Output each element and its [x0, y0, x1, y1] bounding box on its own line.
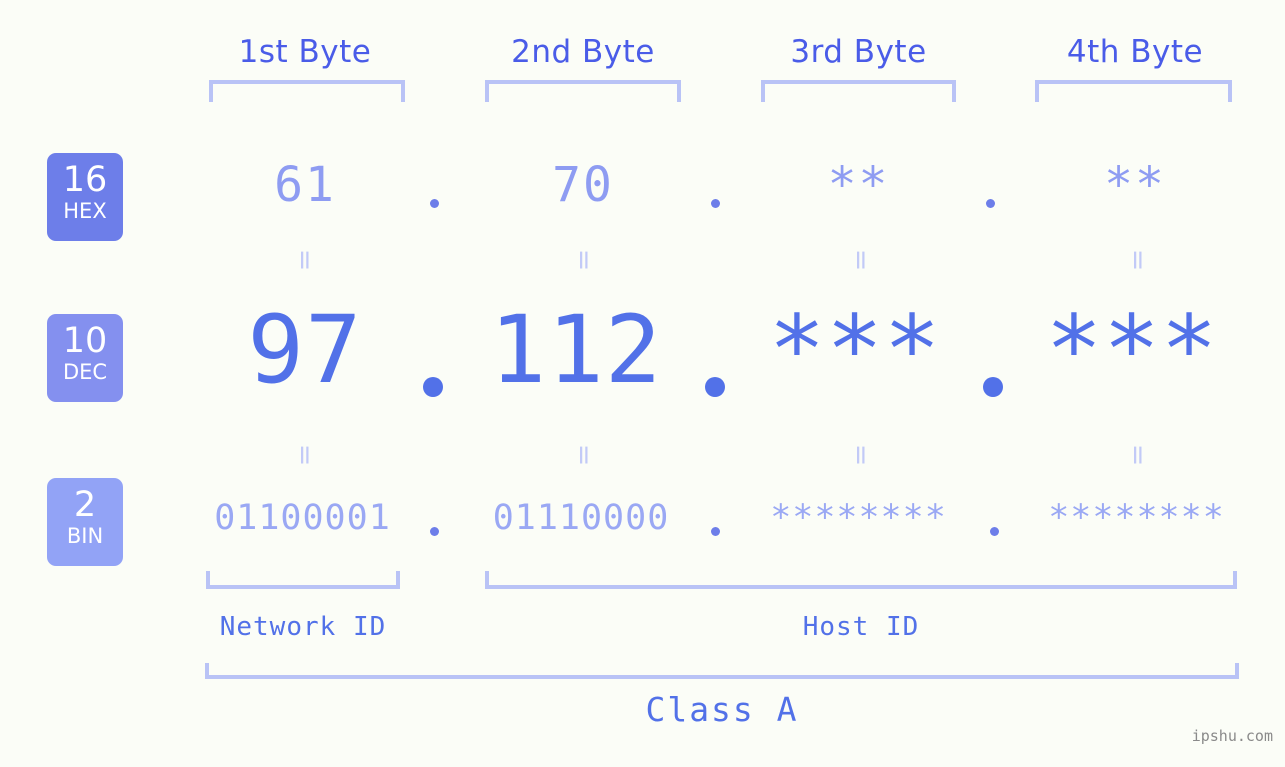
bin-dot-1 [430, 527, 439, 536]
equals-icon-byte-3-lower: = [845, 443, 877, 466]
base-badge-bin-number: 2 [73, 485, 97, 525]
byte-bracket-4 [1035, 80, 1232, 102]
base-badge-dec-label: DEC [62, 360, 108, 384]
dec-byte-2: 112 [489, 296, 663, 405]
equals-icon-byte-4-lower: = [1122, 443, 1154, 466]
hex-dot-1 [430, 199, 439, 208]
hex-dot-2 [711, 199, 720, 208]
byte-bracket-1 [209, 80, 405, 102]
dec-dot-2 [705, 377, 725, 397]
dec-dot-3 [983, 377, 1003, 397]
dec-byte-1: 97 [247, 296, 363, 405]
hex-byte-1: 61 [274, 157, 336, 213]
hex-dot-3 [986, 199, 995, 208]
hex-byte-3: ** [827, 157, 890, 213]
hex-byte-4: ** [1104, 157, 1166, 213]
host-id-label: Host ID [802, 612, 920, 642]
bin-dot-2 [711, 527, 720, 536]
host-id-bracket [485, 571, 1237, 589]
equals-icon-byte-1-lower: = [289, 443, 321, 466]
dec-byte-3: *** [768, 296, 942, 405]
base-badge-dec: 10 DEC [47, 314, 123, 402]
hex-byte-2: 70 [552, 157, 614, 213]
class-bracket [205, 663, 1239, 679]
byte-bracket-2 [485, 80, 681, 102]
base-badge-hex-label: HEX [63, 199, 107, 223]
base-badge-bin-label: BIN [66, 524, 104, 548]
bin-byte-3: ******** [770, 498, 947, 538]
equals-icon-byte-2-lower: = [568, 443, 600, 466]
class-label: Class A [645, 690, 799, 729]
bin-byte-1: 01100001 [214, 498, 391, 538]
bin-byte-2: 01110000 [492, 498, 670, 538]
equals-icon-byte-4: = [1122, 248, 1154, 271]
byte-header-4: 4th Byte [1066, 34, 1204, 70]
equals-icon-byte-2: = [568, 248, 600, 271]
network-id-label: Network ID [219, 612, 387, 642]
base-badge-hex-number: 16 [62, 160, 108, 200]
byte-header-2: 2nd Byte [511, 34, 655, 70]
byte-bracket-3 [761, 80, 956, 102]
byte-header-1: 1st Byte [238, 34, 372, 70]
bin-byte-4: ******** [1048, 498, 1225, 538]
base-badge-hex: 16 HEX [47, 153, 123, 241]
ip-address-breakdown-diagram: 1st Byte 2nd Byte 3rd Byte 4th Byte 16 H… [0, 0, 1285, 767]
watermark: ipshu.com [1191, 727, 1273, 745]
dec-byte-4: *** [1045, 296, 1219, 405]
dec-dot-1 [423, 377, 443, 397]
base-badge-bin: 2 BIN [47, 478, 123, 566]
equals-icon-byte-3: = [845, 248, 877, 271]
bin-dot-3 [990, 527, 999, 536]
base-badge-dec-number: 10 [62, 321, 108, 361]
byte-header-3: 3rd Byte [790, 34, 927, 70]
network-id-bracket [206, 571, 400, 589]
equals-icon-byte-1: = [289, 248, 321, 271]
